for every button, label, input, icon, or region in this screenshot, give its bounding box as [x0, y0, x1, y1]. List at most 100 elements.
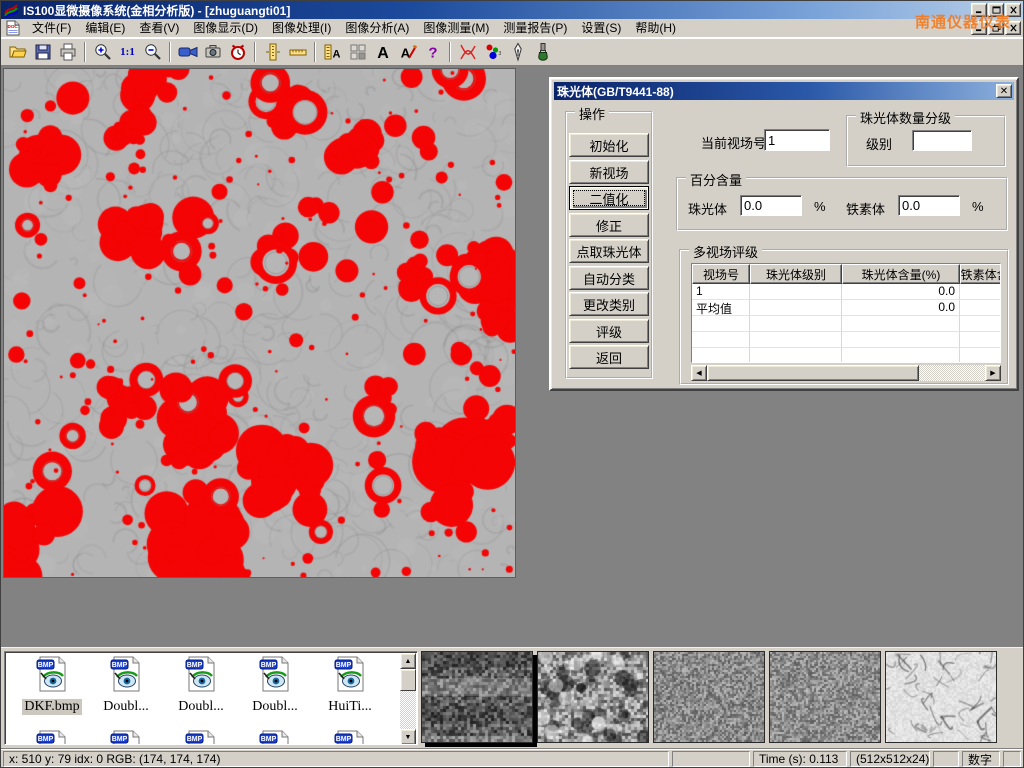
print-icon[interactable] [55, 40, 80, 65]
curve-spline-icon[interactable] [455, 40, 480, 65]
open-folder-icon[interactable] [5, 40, 30, 65]
filelist-vscrollbar[interactable]: ▲ ▼ [400, 653, 416, 745]
op-button-3[interactable]: 修正 [569, 213, 649, 237]
menu-item-1[interactable]: 编辑(E) [78, 19, 132, 37]
file-name[interactable]: Doubl... [250, 699, 300, 715]
op-button-5[interactable]: 自动分类 [569, 266, 649, 290]
timer-clock-icon[interactable] [225, 40, 250, 65]
ferrite-input[interactable] [898, 195, 960, 216]
op-button-6[interactable]: 更改类别 [569, 292, 649, 316]
document-icon: DOC [5, 20, 21, 36]
text-style-icon[interactable]: A [395, 40, 420, 65]
file-item-4[interactable]: BMPHuiTi... [313, 656, 387, 715]
mdi-restore-button[interactable] [988, 21, 1004, 35]
menu-item-9[interactable]: 帮助(H) [628, 19, 683, 37]
measure-text-icon[interactable]: A [320, 40, 345, 65]
zoom-out-icon[interactable] [140, 40, 165, 65]
grid-icon[interactable] [345, 40, 370, 65]
multi-view-table[interactable]: 视场号珠光体级别珠光体含量(%)铁素体含量(%)10.0平均值0.0 [691, 263, 1001, 363]
text-a-icon[interactable]: A [370, 40, 395, 65]
svg-text:DOC: DOC [8, 24, 19, 29]
file-item-row2-4[interactable]: BMP [313, 730, 387, 745]
table-cell [960, 316, 1001, 332]
mdi-close-button[interactable] [1005, 21, 1021, 35]
scroll-up-icon[interactable]: ▲ [400, 653, 416, 669]
op-button-2[interactable]: 二值化 [569, 186, 649, 210]
menu-item-6[interactable]: 图像测量(M) [416, 19, 496, 37]
thumbnail-2[interactable] [653, 651, 765, 743]
file-item-2[interactable]: BMPDoubl... [164, 656, 238, 715]
help-icon[interactable]: ? [420, 40, 445, 65]
status-mode: 数字 [962, 751, 1000, 767]
file-item-row2-3[interactable]: BMP [238, 730, 312, 745]
vscroll-thumb[interactable] [400, 669, 416, 691]
save-icon[interactable] [30, 40, 55, 65]
table-header-1[interactable]: 珠光体级别 [750, 264, 842, 284]
main-image[interactable] [3, 68, 516, 578]
menu-item-8[interactable]: 设置(S) [574, 19, 628, 37]
video-camera-icon[interactable] [175, 40, 200, 65]
table-row-3[interactable] [692, 332, 1000, 348]
menu-item-4[interactable]: 图像处理(I) [265, 19, 338, 37]
table-header-3[interactable]: 铁素体含量(%) [960, 264, 1001, 284]
file-name[interactable]: Doubl... [101, 699, 151, 715]
table-row-4[interactable] [692, 348, 1000, 363]
scroll-right-icon[interactable]: ▶ [985, 365, 1001, 381]
maximize-button[interactable] [988, 3, 1004, 17]
op-button-1[interactable]: 新视场 [569, 160, 649, 184]
thumbnail-1[interactable] [537, 651, 649, 743]
brush-icon[interactable] [530, 40, 555, 65]
rgb-balls-icon[interactable]: 3 [480, 40, 505, 65]
file-name[interactable]: DKF.bmp [22, 699, 81, 715]
hscroll-thumb[interactable] [707, 365, 919, 381]
file-item-0[interactable]: BMPDKF.bmp [15, 656, 89, 715]
menu-item-0[interactable]: 文件(F) [25, 19, 78, 37]
menu-item-2[interactable]: 查看(V) [132, 19, 186, 37]
table-cell [692, 316, 750, 332]
menu-item-3[interactable]: 图像显示(D) [186, 19, 265, 37]
pearlite-input[interactable] [740, 195, 802, 216]
status-time: Time (s): 0.113 [753, 751, 847, 767]
table-row-0[interactable]: 10.0 [692, 284, 1000, 300]
op-button-8[interactable]: 返回 [569, 345, 649, 369]
dialog-title: 珠光体(GB/T9441-88) [557, 83, 674, 100]
table-cell [750, 284, 842, 300]
file-item-1[interactable]: BMPDoubl... [89, 656, 163, 715]
title-bar[interactable]: IS100显微摄像系统(金相分析版) - [zhuguangti01] [1, 1, 1023, 19]
level-input[interactable] [912, 130, 972, 151]
minimize-button[interactable] [971, 3, 987, 17]
op-button-0[interactable]: 初始化 [569, 133, 649, 157]
file-name[interactable]: HuiTi... [326, 699, 373, 715]
scroll-left-icon[interactable]: ◀ [691, 365, 707, 381]
zoom-in-icon[interactable] [90, 40, 115, 65]
current-view-input[interactable] [764, 129, 830, 151]
close-button[interactable] [1005, 3, 1021, 17]
menu-item-5[interactable]: 图像分析(A) [338, 19, 416, 37]
menu-item-7[interactable]: 测量报告(P) [496, 19, 574, 37]
table-row-1[interactable]: 平均值0.0 [692, 300, 1000, 316]
thumbnail-4[interactable] [885, 651, 997, 743]
op-button-4[interactable]: 点取珠光体 [569, 239, 649, 263]
file-name[interactable]: Doubl... [176, 699, 226, 715]
mdi-minimize-button[interactable] [971, 21, 987, 35]
dialog-title-bar[interactable]: 珠光体(GB/T9441-88) ✕ [554, 82, 1014, 100]
op-button-7[interactable]: 评级 [569, 319, 649, 343]
snapshot-camera-icon[interactable] [200, 40, 225, 65]
caliper-icon[interactable] [260, 40, 285, 65]
table-header-0[interactable]: 视场号 [692, 264, 750, 284]
table-row-2[interactable] [692, 316, 1000, 332]
dialog-close-icon[interactable]: ✕ [996, 84, 1012, 98]
scroll-down-icon[interactable]: ▼ [400, 729, 416, 745]
ruler-icon[interactable] [285, 40, 310, 65]
pen-icon[interactable] [505, 40, 530, 65]
pearlite-unit: % [814, 199, 826, 214]
table-hscrollbar[interactable]: ◀ ▶ [691, 365, 1001, 381]
thumbnail-3[interactable] [769, 651, 881, 743]
file-item-3[interactable]: BMPDoubl... [238, 656, 312, 715]
thumbnail-0[interactable] [421, 651, 533, 743]
file-item-row2-1[interactable]: BMP [89, 730, 163, 745]
file-item-row2-2[interactable]: BMP [164, 730, 238, 745]
file-item-row2-0[interactable]: BMP [15, 730, 89, 745]
actual-size-icon[interactable]: 1:1 [115, 40, 140, 65]
table-header-2[interactable]: 珠光体含量(%) [842, 264, 960, 284]
